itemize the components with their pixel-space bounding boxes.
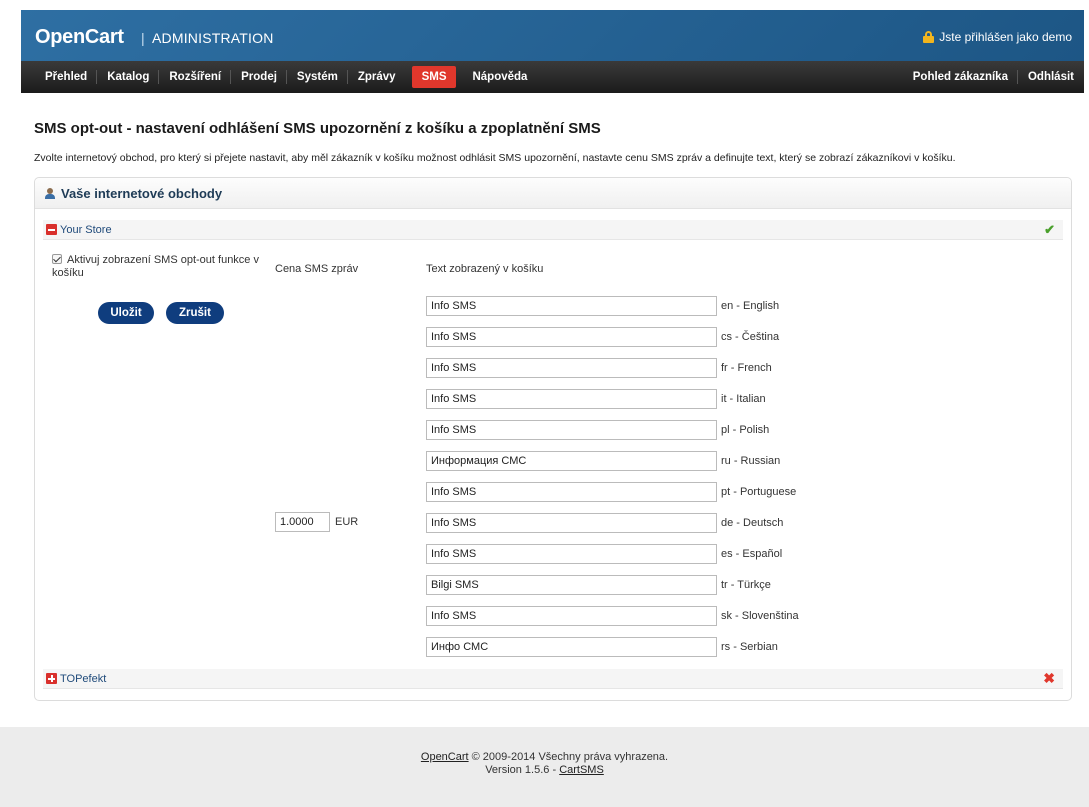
main-menu: Přehled Katalog Rozšíření Prodej Systém … (21, 61, 1084, 93)
user-icon (45, 187, 55, 199)
menu-item-customer-view[interactable]: Pohled zákazníka (903, 61, 1019, 93)
cart-text-input[interactable] (426, 606, 717, 626)
cart-text-input[interactable] (426, 358, 717, 378)
expand-icon[interactable] (46, 673, 57, 684)
panel-header: Vaše internetové obchody (35, 178, 1071, 209)
cart-text-input[interactable] (426, 482, 717, 502)
language-label: pl - Polish (721, 424, 770, 436)
language-label: de - Deutsch (721, 517, 784, 529)
language-label: sk - Slovenština (721, 610, 799, 622)
store-name[interactable]: Your Store (60, 224, 112, 236)
menu-item-katalog[interactable]: Katalog (97, 61, 160, 93)
menu-item-system[interactable]: Systém (287, 61, 348, 93)
login-info: Jste přihlášen jako demo (923, 30, 1072, 44)
language-row: pt - Portuguese (426, 482, 799, 502)
footer-cartsms-link[interactable]: CartSMS (559, 764, 604, 776)
cart-text-input[interactable] (426, 544, 717, 564)
close-icon: ✖ (1043, 670, 1055, 686)
cart-text-input[interactable] (426, 296, 717, 316)
language-row: fr - French (426, 358, 799, 378)
cancel-button[interactable]: Zrušit (166, 302, 224, 324)
cart-text-input[interactable] (426, 389, 717, 409)
language-label: ru - Russian (721, 455, 781, 467)
menu-item-napoveda[interactable]: Nápověda (462, 61, 537, 93)
top-bar: OpenCart | ADMINISTRATION Jste přihlášen… (21, 10, 1084, 61)
activate-label: Aktivuj zobrazení SMS opt-out funkce v k… (52, 254, 259, 279)
activate-checkbox[interactable] (52, 254, 62, 264)
store-name[interactable]: TOPefekt (60, 673, 106, 685)
language-label: en - English (721, 300, 780, 312)
language-text-list: en - English cs - Čeština fr - French it - … (426, 296, 799, 668)
language-label: cs - Čeština (721, 331, 780, 343)
menu-item-logout[interactable]: Odhlásit (1018, 61, 1084, 93)
language-label: tr - Türkçe (721, 579, 771, 591)
page-intro: Zvolte internetový obchod, pro který si … (34, 152, 956, 164)
menu-item-zpravy[interactable]: Zprávy (348, 61, 406, 93)
language-row: sk - Slovenština (426, 606, 799, 626)
stores-panel: Vaše internetové obchody Your Store ✔ Ak… (34, 177, 1072, 701)
language-label: it - Italian (721, 393, 766, 405)
language-row: pl - Polish (426, 420, 799, 440)
cart-text-input[interactable] (426, 513, 717, 533)
language-row: en - English (426, 296, 799, 316)
cart-text-input[interactable] (426, 637, 717, 657)
footer-copyright-text: © 2009-2014 Všechny práva vyhrazena. (468, 751, 669, 763)
save-button[interactable]: Uložit (98, 302, 154, 324)
footer-copyright: OpenCart © 2009-2014 Všechny práva vyhra… (0, 751, 1089, 763)
page-title: SMS opt-out - nastavení odhlášení SMS up… (34, 120, 601, 137)
language-label: es - Español (721, 548, 783, 560)
menu-item-sms[interactable]: SMS (411, 66, 457, 88)
language-row: ru - Russian (426, 451, 799, 471)
menu-item-prehled[interactable]: Přehled (35, 61, 98, 93)
language-row: rs - Serbian (426, 637, 799, 657)
price-header: Cena SMS zpráv (275, 263, 359, 275)
language-row: tr - Türkçe (426, 575, 799, 595)
menu-left: Přehled Katalog Rozšíření Prodej Systém … (35, 61, 537, 93)
panel-title: Vaše internetové obchody (61, 185, 223, 201)
menu-item-rozsireni[interactable]: Rozšíření (159, 61, 231, 93)
language-label: rs - Serbian (721, 641, 778, 653)
language-label: pt - Portuguese (721, 486, 797, 498)
menu-right: Pohled zákazníka Odhlásit (903, 61, 1084, 93)
language-row: it - Italian (426, 389, 799, 409)
language-label: fr - French (721, 362, 772, 374)
activate-checkbox-row[interactable]: Aktivuj zobrazení SMS opt-out funkce v k… (52, 254, 272, 280)
text-header: Text zobrazený v košíku (426, 263, 544, 275)
header: OpenCart | ADMINISTRATION Jste přihlášen… (0, 0, 1089, 93)
store-row-topefekt[interactable]: TOPefekt ✖ (43, 669, 1063, 689)
footer-version-text: Version 1.5.6 - (485, 764, 560, 776)
footer-opencart-link[interactable]: OpenCart (421, 751, 469, 763)
logo[interactable]: OpenCart (35, 26, 124, 49)
language-row: de - Deutsch (426, 513, 799, 533)
lock-icon (923, 31, 935, 43)
price-input[interactable] (275, 512, 330, 532)
collapse-icon[interactable] (46, 224, 57, 235)
cart-text-input[interactable] (426, 451, 717, 471)
store-row-your-store[interactable]: Your Store ✔ (43, 220, 1063, 240)
menu-item-prodej[interactable]: Prodej (231, 61, 287, 93)
footer: OpenCart © 2009-2014 Všechny práva vyhra… (0, 727, 1089, 807)
cart-text-input[interactable] (426, 575, 717, 595)
language-row: cs - Čeština (426, 327, 799, 347)
logo-separator: | (141, 30, 145, 46)
check-icon: ✔ (1044, 222, 1055, 237)
login-text: Jste přihlášen jako demo (939, 30, 1072, 44)
cart-text-input[interactable] (426, 327, 717, 347)
footer-version: Version 1.5.6 - CartSMS (0, 764, 1089, 776)
cart-text-input[interactable] (426, 420, 717, 440)
logo-subtitle: ADMINISTRATION (152, 30, 274, 46)
language-row: es - Español (426, 544, 799, 564)
currency-label: EUR (335, 516, 359, 528)
price-field-group: EUR (275, 512, 358, 532)
